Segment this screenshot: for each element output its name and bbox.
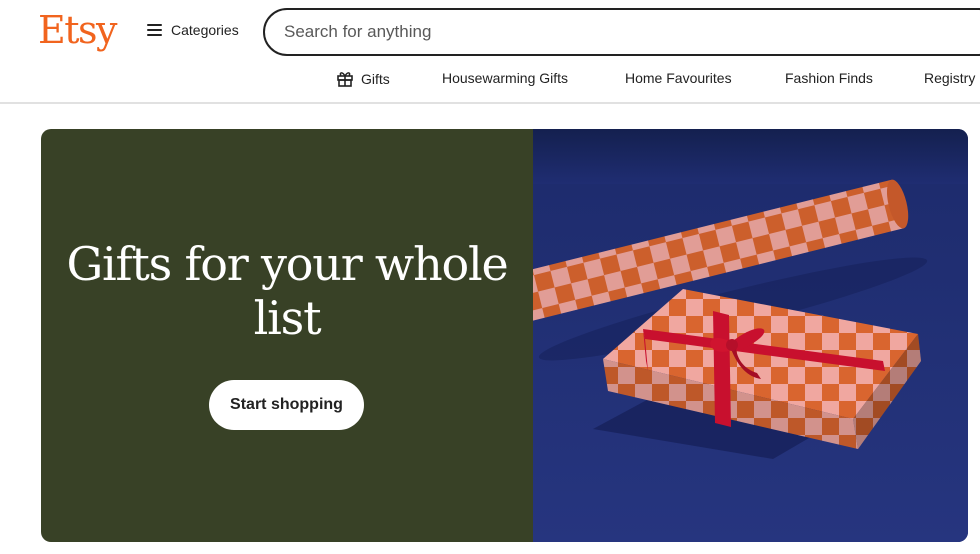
hero-title: Gifts for your whole list (66, 237, 508, 345)
category-nav: Gifts Housewarming Gifts Home Favourites… (0, 64, 980, 94)
gift-icon (337, 72, 353, 87)
hero-text-panel: Gifts for your whole list Start shopping (41, 129, 533, 542)
nav-item-housewarming-gifts[interactable]: Housewarming Gifts (442, 70, 568, 86)
hamburger-menu-icon (147, 24, 162, 36)
nav-item-label: Fashion Finds (785, 70, 873, 86)
hero-image[interactable] (533, 129, 968, 542)
header-divider (0, 102, 980, 104)
nav-item-gifts[interactable]: Gifts (336, 70, 390, 88)
etsy-logo[interactable]: Etsy (38, 8, 117, 52)
nav-item-registry[interactable]: Registry (924, 70, 975, 86)
nav-item-label: Housewarming Gifts (442, 70, 569, 86)
nav-item-fashion-finds[interactable]: Fashion Finds (785, 70, 873, 86)
nav-item-home-favourites[interactable]: Home Favourites (625, 70, 732, 86)
nav-item-label: Registry (924, 70, 976, 86)
hero-banner: Gifts for your whole list Start shopping (41, 129, 968, 542)
start-shopping-button[interactable]: Start shopping (209, 380, 364, 430)
categories-label: Categories (171, 22, 239, 38)
search-bar[interactable] (263, 8, 980, 56)
nav-item-label: Home Favourites (625, 70, 732, 86)
search-input[interactable] (284, 22, 884, 42)
checkered-gift-wrap-image (533, 129, 968, 542)
categories-button[interactable]: Categories (147, 22, 239, 38)
nav-item-label: Gifts (361, 71, 390, 87)
